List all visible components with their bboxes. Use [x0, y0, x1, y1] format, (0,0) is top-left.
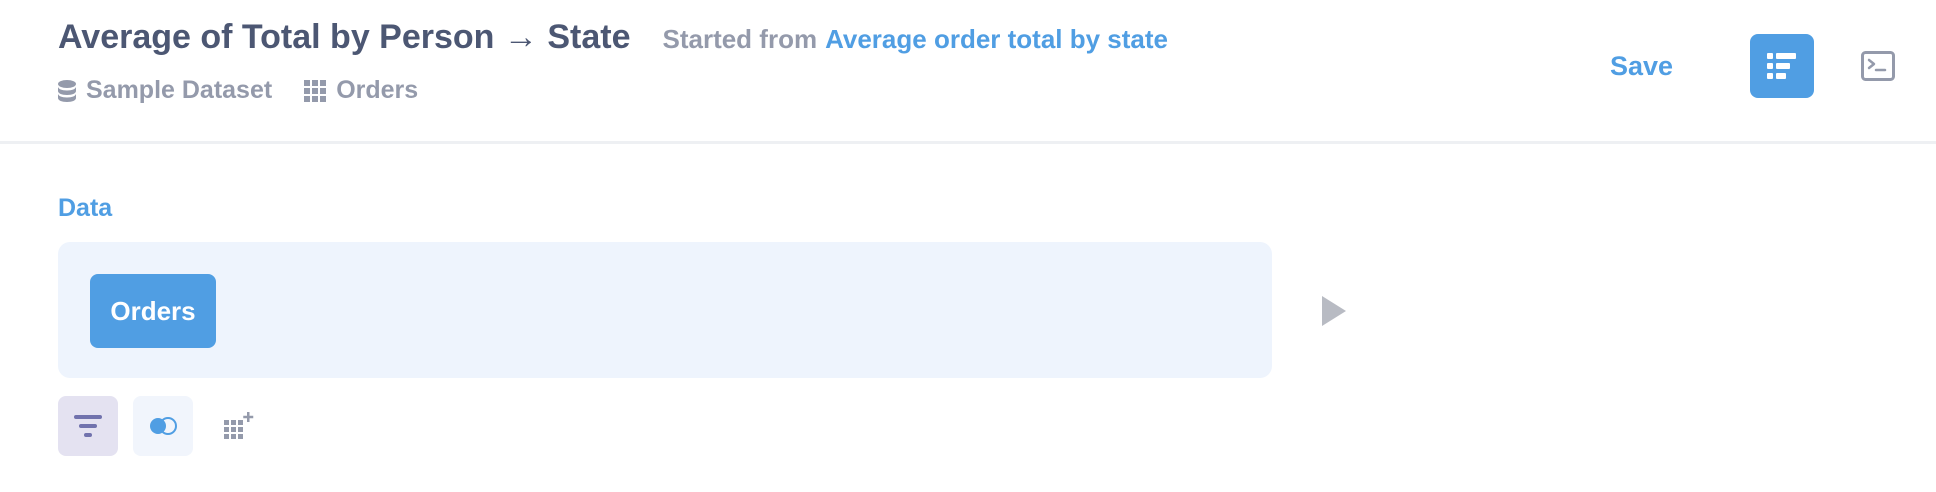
database-name: Sample Dataset	[86, 76, 273, 104]
data-source-breadcrumb: Sample Dataset Orders	[58, 76, 450, 105]
join-icon	[150, 417, 177, 435]
table-grid-icon	[304, 79, 327, 102]
filter-icon	[74, 415, 102, 437]
database-breadcrumb[interactable]: Sample Dataset	[58, 76, 272, 105]
database-icon	[58, 79, 76, 102]
question-title: Average of Total by Person → State	[58, 18, 631, 56]
add-filter-button[interactable]	[58, 396, 118, 456]
source-table-button[interactable]: Orders	[90, 274, 216, 348]
table-name: Orders	[336, 76, 419, 104]
lineage-prefix: Started from	[662, 24, 818, 54]
view-sql-button[interactable]	[1858, 46, 1898, 86]
save-button[interactable]: Save	[1610, 44, 1673, 88]
query-header: Average of Total by Person → State Start…	[0, 0, 1936, 144]
question-lineage: Started from Average order total by state	[662, 24, 1168, 55]
data-step-label: Data	[58, 194, 113, 222]
add-join-button[interactable]	[133, 396, 193, 456]
original-question-link[interactable]: Average order total by state	[825, 24, 1168, 54]
terminal-icon	[1861, 51, 1895, 81]
title-row: Average of Total by Person → State Start…	[58, 18, 1168, 57]
data-step-container: Orders	[58, 242, 1272, 378]
play-icon[interactable]	[1318, 294, 1350, 328]
add-custom-column-button[interactable]	[209, 396, 269, 456]
notebook-icon	[1767, 53, 1796, 79]
notebook-toggle-button[interactable]	[1750, 34, 1814, 98]
table-breadcrumb[interactable]: Orders	[304, 76, 418, 105]
add-column-icon	[224, 412, 254, 439]
